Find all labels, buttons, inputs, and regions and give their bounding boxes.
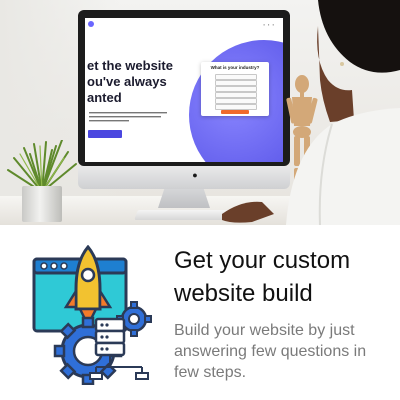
screen-body-lines: [89, 112, 167, 122]
screen-body-text: [89, 112, 171, 126]
plant-icon: [7, 140, 77, 192]
apple-logo-icon: ●: [192, 170, 198, 180]
person-at-desk: [222, 0, 400, 225]
screen-logo-icon: [88, 21, 94, 27]
hero-photo: ▪ ▪ ▪ et the website ou've always anted …: [0, 0, 400, 225]
website-rocket-icon: [32, 245, 152, 385]
feature-card: ▪ ▪ ▪ et the website ou've always anted …: [0, 0, 400, 400]
screen-cta-button: [88, 130, 122, 138]
plant-pot: [22, 186, 62, 222]
imac-stand: [158, 189, 210, 208]
screen-headline: et the website ou've always anted: [87, 58, 173, 105]
card-description: Build your website by just answering few…: [174, 322, 367, 381]
card-title: Get your custom website build: [174, 247, 351, 307]
